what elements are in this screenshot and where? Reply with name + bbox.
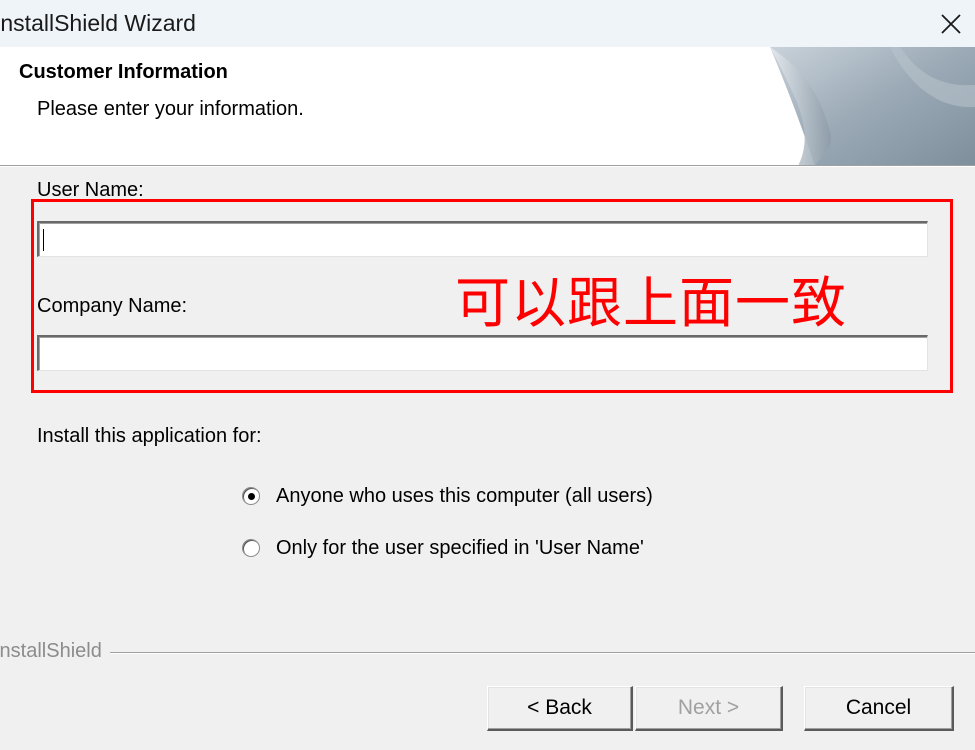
brand-label: InstallShield — [0, 640, 110, 663]
install-for-label: Install this application for: — [37, 425, 262, 447]
radio-button-unselected[interactable] — [242, 539, 260, 557]
close-icon — [940, 13, 961, 34]
window-title: InstallShield Wizard — [0, 10, 196, 36]
user-name-field[interactable] — [37, 221, 928, 257]
cancel-button[interactable]: Cancel — [804, 686, 954, 731]
next-button[interactable]: Next > — [635, 686, 783, 731]
company-name-field[interactable] — [37, 335, 928, 371]
text-caret — [43, 229, 44, 251]
close-button[interactable] — [926, 0, 975, 47]
company-name-label: Company Name: — [37, 295, 188, 317]
radio-button-selected[interactable] — [242, 487, 260, 505]
radio-label-all-users: Anyone who uses this computer (all users… — [276, 484, 653, 507]
page-subtitle: Please enter your information. — [37, 98, 304, 120]
radio-label-current-user: Only for the user specified in 'User Nam… — [276, 536, 644, 559]
radio-option-current-user[interactable]: Only for the user specified in 'User Nam… — [242, 534, 644, 562]
back-button[interactable]: < Back — [487, 686, 633, 731]
company-name-input[interactable] — [39, 337, 927, 370]
wizard-header: Customer Information Please enter your i… — [0, 47, 975, 166]
title-bar: InstallShield Wizard — [0, 0, 975, 47]
header-separator — [0, 165, 975, 167]
radio-dot-icon — [247, 492, 255, 500]
user-name-input[interactable] — [39, 223, 927, 256]
page-title: Customer Information — [19, 61, 228, 83]
user-name-label: User Name: — [37, 179, 144, 201]
radio-option-all-users[interactable]: Anyone who uses this computer (all users… — [242, 482, 653, 510]
footer-separator — [0, 652, 975, 654]
annotation-note: 可以跟上面一致 — [455, 271, 848, 335]
wizard-banner-graphic — [760, 47, 975, 166]
